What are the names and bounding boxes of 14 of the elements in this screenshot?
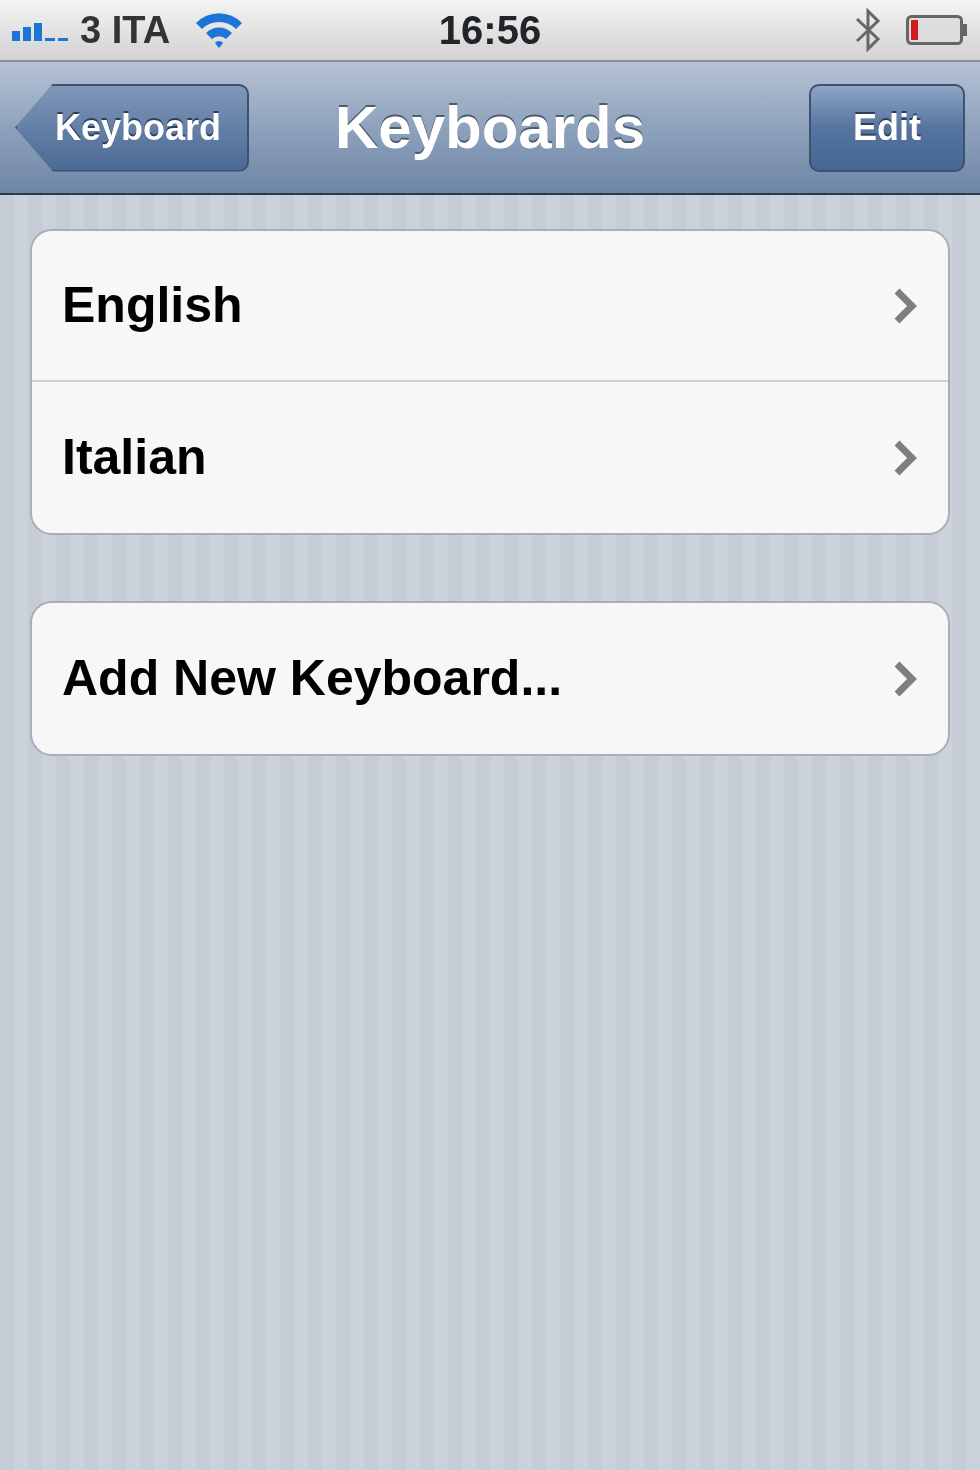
wifi-icon bbox=[194, 11, 245, 49]
list-item[interactable]: English bbox=[32, 231, 948, 382]
chevron-icon bbox=[892, 659, 918, 698]
page-title: Keyboards bbox=[334, 92, 646, 163]
bluetooth-icon bbox=[854, 5, 882, 55]
chevron-icon bbox=[892, 286, 918, 325]
list-item[interactable]: Italian bbox=[32, 382, 948, 533]
battery-icon bbox=[906, 15, 968, 45]
clock-time: 16:56 bbox=[438, 7, 542, 54]
chevron-icon bbox=[892, 438, 918, 477]
list-item[interactable]: Add New Keyboard... bbox=[32, 603, 948, 754]
edit-button[interactable]: Edit bbox=[809, 83, 965, 172]
carrier-name: 3 ITA bbox=[80, 7, 171, 53]
back-button[interactable]: Keyboard bbox=[15, 83, 250, 172]
